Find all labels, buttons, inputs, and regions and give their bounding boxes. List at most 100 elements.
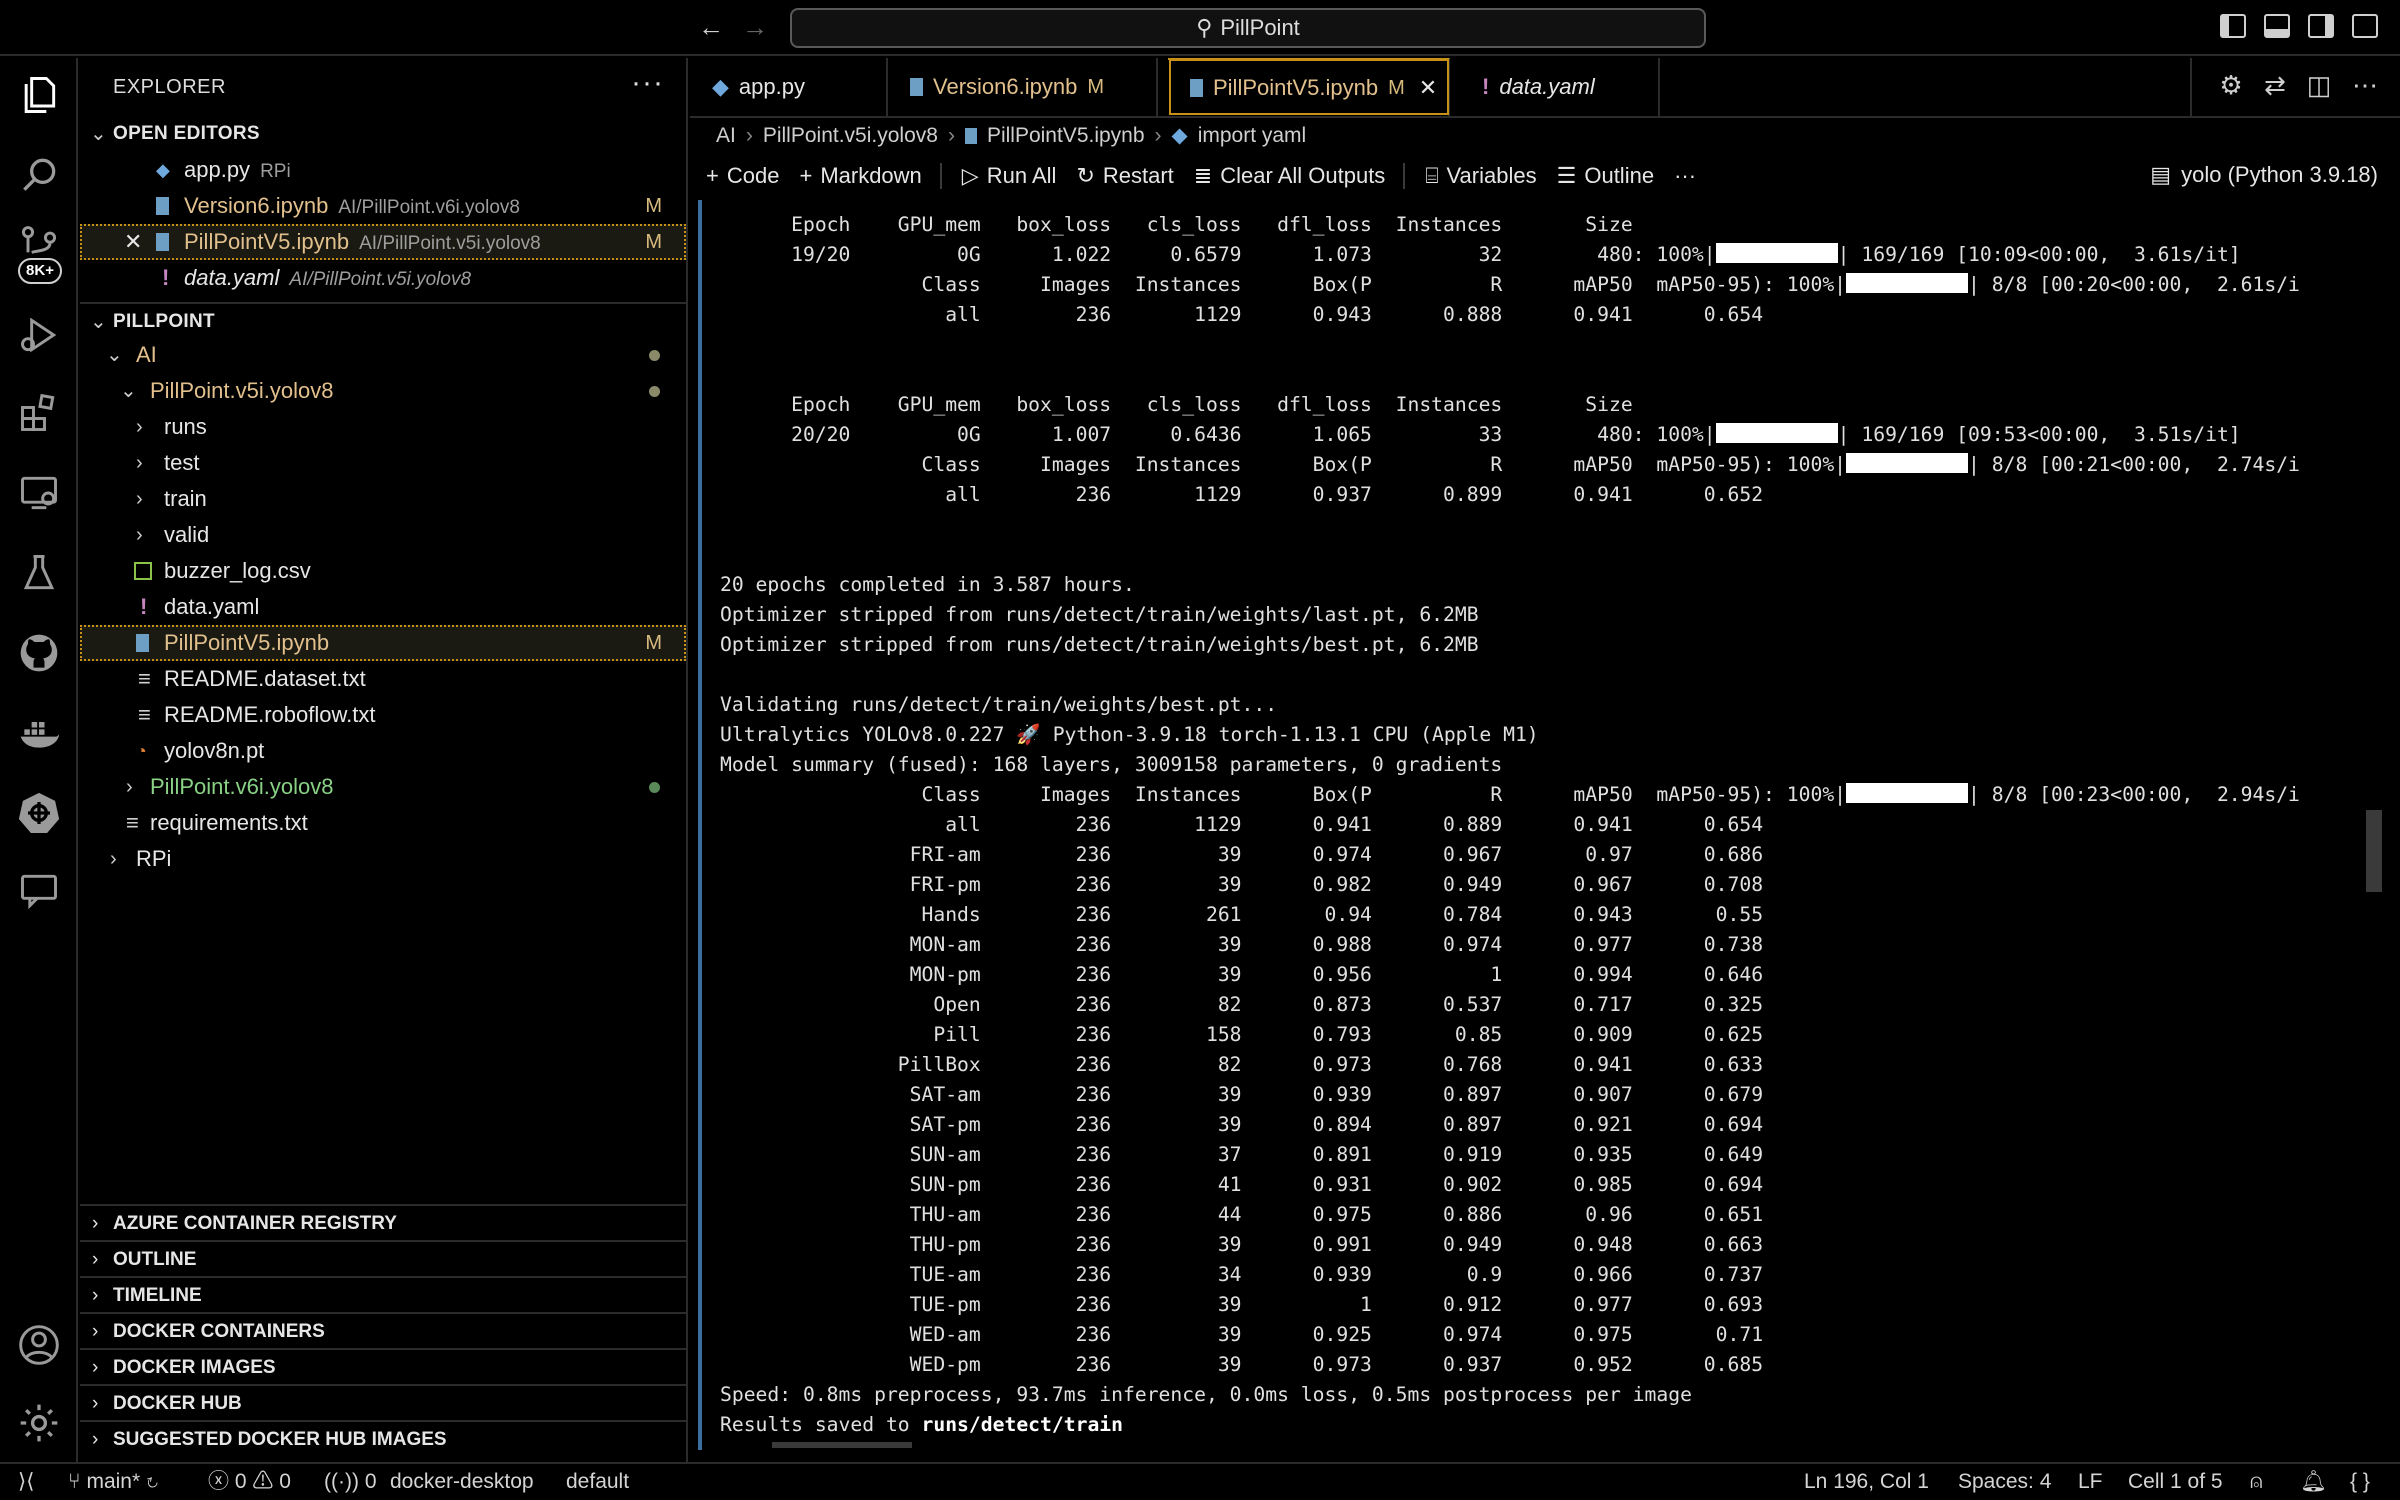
docker-icon[interactable]: [14, 708, 64, 758]
file-item[interactable]: ◔ yolov8n.pt: [80, 733, 686, 769]
section-docker-containers[interactable]: › DOCKER CONTAINERS: [80, 1312, 686, 1348]
extensions-icon[interactable]: [14, 388, 64, 438]
customize-layout-icon[interactable]: [2352, 14, 2378, 38]
testing-flask-icon[interactable]: [14, 548, 64, 598]
breadcrumb-item[interactable]: AI: [716, 120, 736, 152]
run-all-button[interactable]: ▷ Run All: [962, 163, 1057, 189]
horizontal-scrollbar-thumb[interactable]: [772, 1442, 912, 1448]
vertical-scrollbar-thumb[interactable]: [2366, 810, 2382, 892]
explorer-icon[interactable]: [14, 70, 64, 120]
open-editor-item-active[interactable]: ✕ PillPointV5.ipynb AI/PillPoint.v5i.yolo…: [80, 224, 686, 260]
ports-status[interactable]: ((·)) 0: [324, 1464, 377, 1500]
cursor-position-status[interactable]: Ln 196, Col 1: [1804, 1464, 1929, 1500]
folder-item[interactable]: › valid: [80, 517, 686, 553]
github-icon[interactable]: [14, 628, 64, 678]
chevron-down-icon: ⌄: [106, 344, 123, 366]
breadcrumb: AI › PillPoint.v5i.yolov8 › PillPointV5.…: [716, 120, 1306, 152]
table-row: FRI-pm 236 39 0.982 0.949 0.967 0.708: [720, 873, 1764, 896]
more-actions-icon[interactable]: ···: [631, 66, 664, 100]
open-editor-item[interactable]: Version6.ipynb AI/PillPoint.v6i.yolov8 M: [80, 188, 686, 224]
open-editor-item[interactable]: ◆ app.py RPi: [80, 152, 686, 188]
folder-item[interactable]: ⌄ AI: [80, 337, 686, 373]
folder-item[interactable]: › train: [80, 481, 686, 517]
toggle-panel-icon[interactable]: [2264, 14, 2290, 38]
eol-status[interactable]: LF: [2078, 1464, 2103, 1500]
folder-item[interactable]: › test: [80, 445, 686, 481]
section-docker-hub[interactable]: › DOCKER HUB: [80, 1384, 686, 1420]
notifications-icon[interactable]: 🔔︎: [2300, 1464, 2327, 1500]
more-toolbar-button[interactable]: ···: [1674, 163, 1696, 189]
close-tab-icon[interactable]: ✕: [1419, 75, 1437, 101]
cell-position-status[interactable]: Cell 1 of 5: [2128, 1464, 2223, 1500]
command-center-search[interactable]: ⚲ PillPoint: [790, 8, 1706, 48]
python-file-icon: ◆: [712, 74, 729, 99]
tab-pillpointv5[interactable]: PillPointV5.ipynb M ✕: [1168, 58, 1450, 116]
close-icon[interactable]: ✕: [124, 224, 142, 260]
folder-item[interactable]: ⌄ PillPoint.v5i.yolov8: [80, 373, 686, 409]
table-row: WED-pm 236 39 0.973 0.937 0.952 0.685: [720, 1353, 1764, 1376]
docker-context-status[interactable]: docker-desktop: [390, 1464, 534, 1500]
tab-data-yaml[interactable]: ! data.yaml: [1460, 58, 1660, 116]
open-changes-icon[interactable]: ⇄: [2260, 70, 2290, 100]
back-arrow-icon[interactable]: ←: [696, 12, 726, 42]
section-suggested-docker-hub-images[interactable]: › SUGGESTED DOCKER HUB IMAGES: [80, 1420, 686, 1456]
feedback-icon[interactable]: { }: [2350, 1464, 2370, 1500]
settings-gear-icon[interactable]: [14, 1398, 64, 1448]
remote-explorer-icon[interactable]: [14, 468, 64, 518]
breadcrumb-item[interactable]: import yaml: [1198, 120, 1307, 152]
file-item[interactable]: ≡ README.dataset.txt: [80, 661, 686, 697]
toggle-secondary-sidebar-icon[interactable]: [2308, 14, 2334, 38]
run-debug-icon[interactable]: [14, 310, 64, 360]
breadcrumb-item[interactable]: PillPoint.v5i.yolov8: [763, 120, 938, 152]
copilot-icon[interactable]: ⍝: [2250, 1464, 2263, 1500]
restart-button[interactable]: ↻ Restart: [1076, 163, 1173, 189]
file-item[interactable]: buzzer_log.csv: [80, 553, 686, 589]
section-docker-images[interactable]: › DOCKER IMAGES: [80, 1348, 686, 1384]
open-editors-header[interactable]: ⌄ OPEN EDITORS: [80, 116, 686, 152]
breadcrumb-item[interactable]: PillPointV5.ipynb: [987, 120, 1145, 152]
kubernetes-icon[interactable]: [14, 788, 64, 838]
folder-item[interactable]: › RPi: [80, 841, 686, 877]
open-editor-item[interactable]: ! data.yaml AI/PillPoint.v5i.yolov8: [80, 260, 686, 296]
chevron-right-icon: ›: [92, 1213, 99, 1234]
file-item[interactable]: ! data.yaml: [80, 589, 686, 625]
explorer-title: EXPLORER: [113, 76, 226, 98]
folder-item[interactable]: › PillPoint.v6i.yolov8: [80, 769, 686, 805]
gear-icon[interactable]: ⚙: [2216, 70, 2246, 100]
folder-item[interactable]: › runs: [80, 409, 686, 445]
forward-arrow-icon[interactable]: →: [740, 12, 770, 42]
error-icon: ⓧ: [208, 1470, 229, 1493]
chevron-right-icon: ›: [92, 1357, 99, 1378]
file-item-selected[interactable]: PillPointV5.ipynb M: [80, 625, 686, 661]
tab-version6[interactable]: Version6.ipynb M: [888, 58, 1158, 116]
remote-indicator-icon[interactable]: ⟩⟨: [18, 1464, 34, 1500]
kernel-picker[interactable]: ▤ yolo (Python 3.9.18): [2150, 162, 2378, 188]
branch-status[interactable]: ⑂ main* ↻: [68, 1464, 159, 1500]
variables-button[interactable]: ⌸ Variables: [1425, 163, 1536, 189]
status-bar: ⟩⟨ ⑂ main* ↻ ⓧ 0 ⚠ 0 ((·)) 0 docker-desk…: [0, 1462, 2400, 1500]
chat-icon[interactable]: [14, 866, 64, 916]
chevron-right-icon: ›: [136, 488, 143, 510]
search-icon[interactable]: [14, 150, 64, 200]
split-editor-icon[interactable]: ◫: [2304, 70, 2334, 100]
section-azure-container-registry[interactable]: › AZURE CONTAINER REGISTRY: [80, 1204, 686, 1240]
notebook-toolbar: + Code + Markdown ▷ Run All ↻ Restart ≣ Clear…: [690, 154, 2400, 198]
section-outline[interactable]: › OUTLINE: [80, 1240, 686, 1276]
section-timeline[interactable]: › TIMELINE: [80, 1276, 686, 1312]
tab-app-py[interactable]: ◆ app.py: [690, 58, 888, 116]
project-header[interactable]: ⌄ PILLPOINT: [80, 302, 686, 338]
problems-status[interactable]: ⓧ 0 ⚠ 0: [208, 1464, 291, 1500]
add-markdown-cell-button[interactable]: + Markdown: [799, 163, 921, 189]
file-item[interactable]: ≡ README.roboflow.txt: [80, 697, 686, 733]
more-actions-icon[interactable]: ⋯: [2350, 70, 2380, 100]
toggle-primary-sidebar-icon[interactable]: [2220, 14, 2246, 38]
accounts-icon[interactable]: [14, 1320, 64, 1370]
file-item[interactable]: ≡ requirements.txt: [80, 805, 686, 841]
output-line: 20/20 0G 1.007 0.6436 1.065 33 480: 100%…: [720, 423, 1716, 446]
kubernetes-namespace-status[interactable]: default: [566, 1464, 629, 1500]
add-code-cell-button[interactable]: + Code: [706, 163, 779, 189]
progress-bar-fill: [1846, 783, 1969, 803]
outline-button[interactable]: ☰ Outline: [1557, 163, 1654, 189]
clear-all-outputs-button[interactable]: ≣ Clear All Outputs: [1194, 163, 1386, 189]
indentation-status[interactable]: Spaces: 4: [1958, 1464, 2051, 1500]
